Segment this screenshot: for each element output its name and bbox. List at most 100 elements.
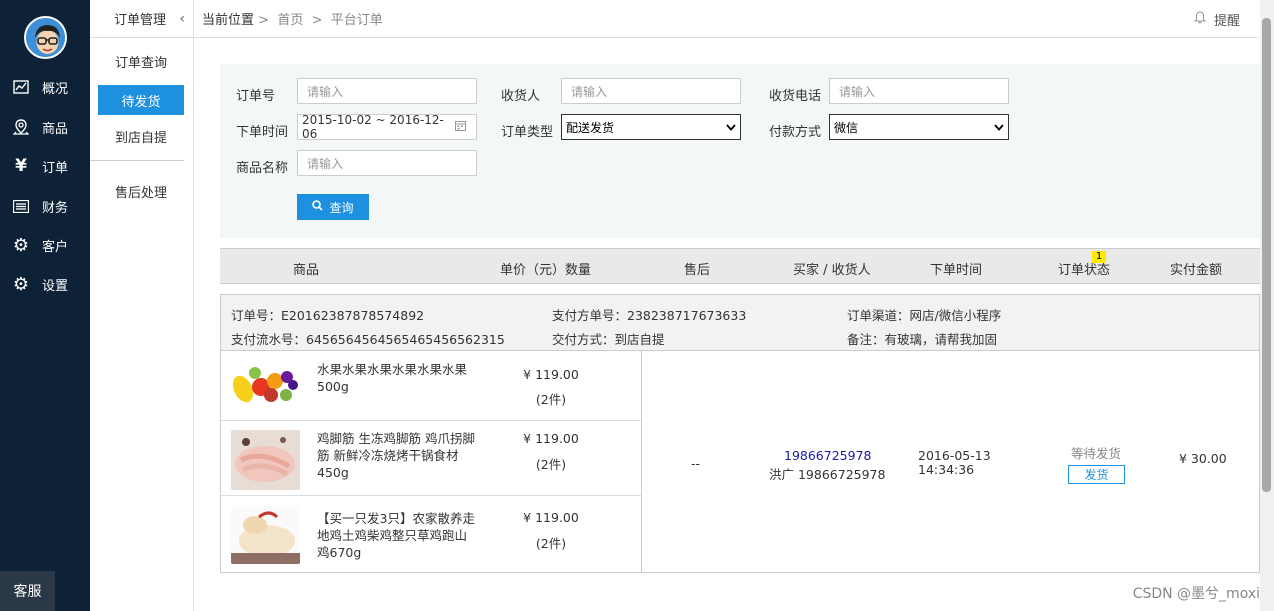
order-info-header: 订单号：E20162387878574892 支付方单号：23823871767… bbox=[221, 295, 1259, 351]
query-label: 查询 bbox=[329, 200, 354, 215]
nav-item-settings[interactable]: ⚙ 设置 bbox=[0, 269, 90, 299]
product-qty: (2件) bbox=[535, 457, 567, 472]
nav-item-orders[interactable]: ¥ 订单 bbox=[0, 151, 90, 181]
nav-item-label: 客户 bbox=[42, 239, 69, 255]
sub-nav-title: 订单管理 bbox=[114, 13, 167, 28]
product-name-label: 商品名称 bbox=[236, 161, 289, 176]
order-number: 订单号：E20162387878574892 bbox=[231, 308, 425, 323]
product-price: ¥ 119.00 bbox=[523, 510, 579, 525]
nav-item-label: 概况 bbox=[42, 81, 69, 97]
sub-item-pending-shipment[interactable]: 待发货 bbox=[98, 85, 184, 115]
chevron-down-icon bbox=[994, 120, 1004, 134]
col-price-qty: 单价（元）数量 bbox=[500, 263, 592, 278]
payment-method-label: 付款方式 bbox=[769, 125, 822, 140]
payer-order-number: 支付方单号：238238717673633 bbox=[552, 308, 747, 323]
receiver-info: 洪广 19866725978 bbox=[769, 467, 886, 482]
product-price: ¥ 119.00 bbox=[523, 431, 579, 446]
receiver-input[interactable]: 请输入 bbox=[561, 78, 741, 104]
phone-input[interactable]: 请输入 bbox=[829, 78, 1009, 104]
paid-amount: ¥ 30.00 bbox=[1179, 451, 1227, 466]
order-channel: 订单渠道：网店/微信小程序 bbox=[847, 308, 1002, 323]
nav-item-overview[interactable]: 概况 bbox=[0, 72, 90, 102]
order-status: 等待发货 bbox=[1071, 446, 1122, 461]
product-name[interactable]: 水果水果水果水果水果水果500g bbox=[317, 361, 475, 395]
payment-method-select[interactable]: 微信 bbox=[829, 114, 1009, 140]
col-product: 商品 bbox=[293, 263, 320, 278]
breadcrumb-prefix: 当前位置 bbox=[202, 13, 255, 28]
yen-icon: ¥ bbox=[15, 156, 27, 176]
chevron-down-icon bbox=[726, 120, 736, 134]
nav-item-label: 设置 bbox=[42, 278, 69, 294]
left-nav: 概况 商品 ¥ 订单 财务 ⚙ 客户 ⚙ 设置 客服 bbox=[0, 0, 90, 611]
order-type-label: 订单类型 bbox=[501, 125, 554, 140]
product-qty: (2件) bbox=[535, 392, 567, 407]
col-amount: 实付金额 bbox=[1170, 263, 1223, 278]
divider bbox=[641, 351, 642, 572]
status-badge: 1 bbox=[1092, 251, 1106, 263]
list-icon bbox=[12, 199, 30, 213]
filter-panel: 订单号 请输入 收货人 请输入 收货电话 请输入 下单时间 2015-10-02… bbox=[220, 64, 1260, 238]
col-aftersale: 售后 bbox=[684, 263, 711, 278]
breadcrumb-sep: > bbox=[311, 13, 323, 28]
gear-icon: ⚙ bbox=[12, 234, 30, 256]
delivery-method: 交付方式：到店自提 bbox=[552, 332, 665, 347]
nav-item-label: 订单 bbox=[42, 160, 69, 176]
buyer-phone-link[interactable]: 19866725978 bbox=[784, 448, 871, 463]
order-time-value: 2015-10-02 ~ 2016-12-06 bbox=[302, 113, 444, 141]
order-no-label: 订单号 bbox=[236, 89, 276, 104]
product-name[interactable]: 【买一只发3只】农家散养走地鸡土鸡柴鸡整只草鸡跑山鸡670g bbox=[317, 510, 475, 561]
sub-item-after-sales[interactable]: 售后处理 bbox=[98, 176, 184, 206]
avatar[interactable] bbox=[24, 16, 67, 59]
customer-service-button[interactable]: 客服 bbox=[0, 571, 55, 611]
order-time-label: 下单时间 bbox=[236, 125, 289, 140]
query-button[interactable]: 查询 bbox=[297, 194, 369, 220]
nav-item-products[interactable]: 商品 bbox=[0, 112, 90, 142]
breadcrumb-home[interactable]: 首页 bbox=[277, 13, 303, 28]
scrollbar-thumb[interactable] bbox=[1262, 18, 1271, 492]
aftersale-value: -- bbox=[691, 456, 701, 471]
order-type-select[interactable]: 配送发货 bbox=[561, 114, 741, 140]
product-name[interactable]: 鸡脚筋 生冻鸡脚筋 鸡爪拐脚筋 新鲜冷冻烧烤干锅食材450g bbox=[317, 430, 475, 481]
search-icon bbox=[312, 200, 324, 214]
product-row: 鸡脚筋 生冻鸡脚筋 鸡爪拐脚筋 新鲜冷冻烧烤干锅食材450g ¥ 119.00 … bbox=[221, 421, 641, 496]
breadcrumb: 当前位置 > 首页 > 平台订单 bbox=[202, 9, 383, 28]
gear-icon: ⚙ bbox=[12, 273, 30, 295]
product-qty: (2件) bbox=[535, 536, 567, 551]
chart-icon bbox=[12, 80, 30, 94]
ship-button[interactable]: 发货 bbox=[1068, 465, 1125, 484]
receiver-label: 收货人 bbox=[501, 89, 541, 104]
product-image-chicken[interactable] bbox=[231, 505, 300, 564]
sub-nav: 订单管理 ‹ 订单查询 待发货 到店自提 售后处理 bbox=[90, 0, 194, 611]
remind-label: 提醒 bbox=[1213, 14, 1240, 29]
nav-item-finance[interactable]: 财务 bbox=[0, 191, 90, 221]
order-type-value: 配送发货 bbox=[566, 120, 615, 135]
order-card: 订单号：E20162387878574892 支付方单号：23823871767… bbox=[220, 294, 1260, 573]
watermark: CSDN @墨兮_moxi bbox=[1132, 586, 1260, 602]
location-icon bbox=[12, 119, 30, 135]
calendar-icon bbox=[455, 120, 466, 134]
product-image-chicken-feet[interactable] bbox=[231, 430, 300, 490]
order-remark: 备注：有玻璃，请帮我加固 bbox=[847, 332, 998, 347]
col-order-time: 下单时间 bbox=[930, 263, 983, 278]
nav-item-label: 商品 bbox=[42, 121, 69, 137]
breadcrumb-current: 平台订单 bbox=[330, 13, 383, 28]
sub-item-order-query[interactable]: 订单查询 bbox=[98, 46, 184, 76]
bell-icon bbox=[1193, 11, 1207, 28]
nav-item-customers[interactable]: ⚙ 客户 bbox=[0, 230, 90, 260]
divider bbox=[90, 160, 184, 161]
payment-method-value: 微信 bbox=[834, 120, 859, 135]
collapse-icon[interactable]: ‹ bbox=[179, 11, 185, 27]
product-name-input[interactable]: 请输入 bbox=[297, 150, 477, 176]
sub-item-store-pickup[interactable]: 到店自提 bbox=[98, 121, 184, 151]
phone-label: 收货电话 bbox=[769, 89, 822, 104]
order-no-input[interactable]: 请输入 bbox=[297, 78, 477, 104]
remind-button[interactable]: 提醒 bbox=[1193, 10, 1240, 29]
product-image-fruit[interactable] bbox=[231, 361, 300, 407]
col-buyer: 买家 / 收货人 bbox=[793, 263, 871, 278]
product-row: 【买一只发3只】农家散养走地鸡土鸡柴鸡整只草鸡跑山鸡670g ¥ 119.00 … bbox=[221, 496, 641, 572]
top-bar: 当前位置 > 首页 > 平台订单 提醒 bbox=[194, 0, 1258, 38]
order-time-range-input[interactable]: 2015-10-02 ~ 2016-12-06 bbox=[297, 113, 477, 141]
sub-nav-header: 订单管理 ‹ bbox=[90, 0, 193, 38]
breadcrumb-sep: > bbox=[258, 13, 270, 28]
nav-item-label: 财务 bbox=[42, 200, 69, 216]
